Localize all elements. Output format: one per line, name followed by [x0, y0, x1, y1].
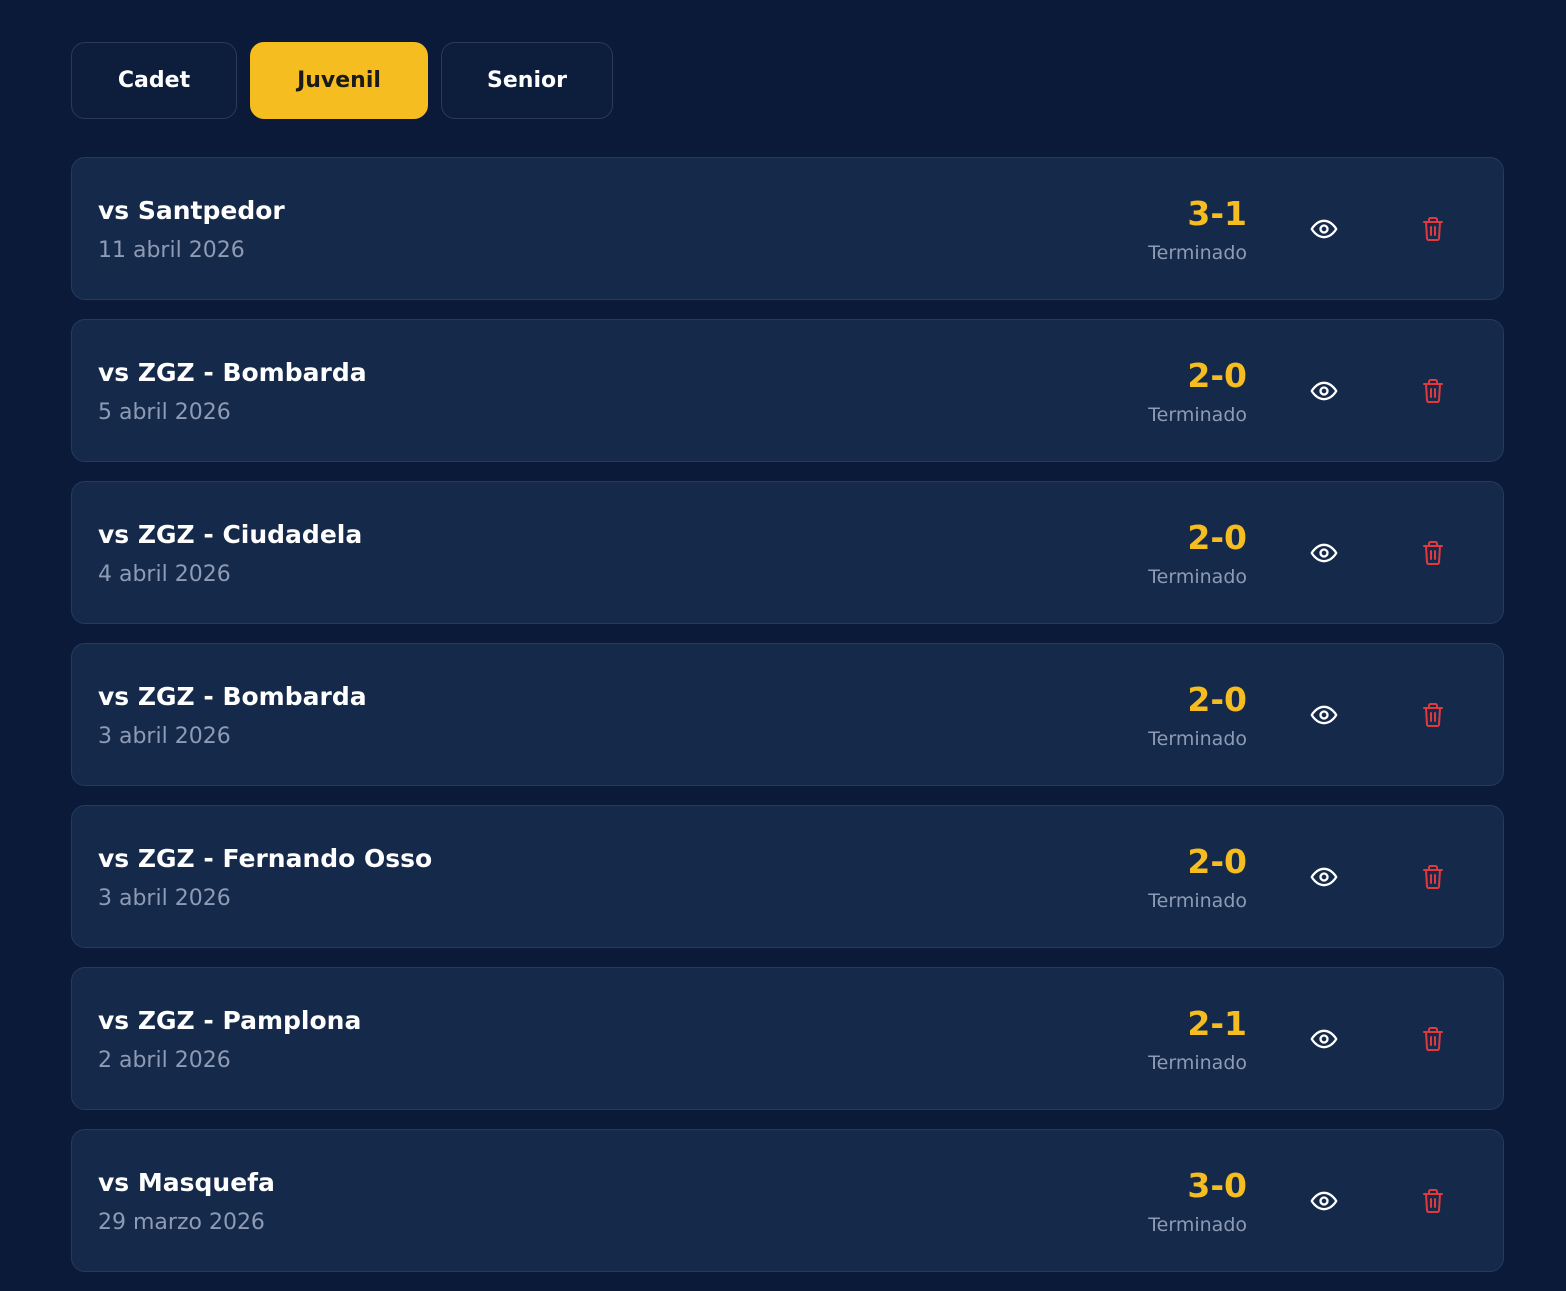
match-date: 5 abril 2026	[98, 400, 231, 425]
match-status: Terminado	[1148, 728, 1247, 750]
match-status: Terminado	[1148, 1052, 1247, 1074]
match-date: 11 abril 2026	[98, 238, 245, 263]
match-status: Terminado	[1148, 566, 1247, 588]
eye-icon	[1310, 867, 1338, 887]
match-date: 3 abril 2026	[98, 886, 231, 911]
trash-icon	[1423, 217, 1443, 241]
eye-icon	[1310, 1191, 1338, 1211]
view-match-button[interactable]	[1304, 695, 1344, 735]
match-title: vs ZGZ - Ciudadela	[98, 520, 363, 549]
match-list: vs Santpedor 11 abril 2026 3-1 Terminado…	[71, 157, 1504, 1291]
delete-match-button[interactable]	[1413, 1019, 1453, 1059]
match-title: vs ZGZ - Bombarda	[98, 682, 367, 711]
match-card[interactable]: vs ZGZ - Ciudadela 4 abril 2026 2-0 Term…	[71, 481, 1504, 624]
tab-senior[interactable]: Senior	[441, 42, 613, 119]
view-match-button[interactable]	[1304, 371, 1344, 411]
trash-icon	[1423, 865, 1443, 889]
match-card[interactable]: vs ZGZ - Bombarda 5 abril 2026 2-0 Termi…	[71, 319, 1504, 462]
trash-icon	[1423, 379, 1443, 403]
delete-match-button[interactable]	[1413, 1181, 1453, 1221]
delete-match-button[interactable]	[1413, 533, 1453, 573]
match-score: 2-0	[1187, 842, 1247, 881]
match-score: 3-1	[1187, 194, 1247, 233]
match-title: vs ZGZ - Bombarda	[98, 358, 367, 387]
match-card[interactable]: vs ZGZ - Bombarda 3 abril 2026 2-0 Termi…	[71, 643, 1504, 786]
tab-juvenil[interactable]: Juvenil	[250, 42, 428, 119]
match-status: Terminado	[1148, 404, 1247, 426]
view-match-button[interactable]	[1304, 533, 1344, 573]
match-score: 2-1	[1187, 1004, 1247, 1043]
delete-match-button[interactable]	[1413, 695, 1453, 735]
eye-icon	[1310, 381, 1338, 401]
match-title: vs ZGZ - Pamplona	[98, 1006, 362, 1035]
eye-icon	[1310, 1029, 1338, 1049]
view-match-button[interactable]	[1304, 1019, 1344, 1059]
match-score: 2-0	[1187, 356, 1247, 395]
match-date: 2 abril 2026	[98, 1048, 231, 1073]
delete-match-button[interactable]	[1413, 371, 1453, 411]
view-match-button[interactable]	[1304, 209, 1344, 249]
match-status: Terminado	[1148, 1214, 1247, 1236]
match-card[interactable]: vs Santpedor 11 abril 2026 3-1 Terminado	[71, 157, 1504, 300]
eye-icon	[1310, 219, 1338, 239]
match-card[interactable]: vs ZGZ - Pamplona 2 abril 2026 2-1 Termi…	[71, 967, 1504, 1110]
match-status: Terminado	[1148, 242, 1247, 264]
delete-match-button[interactable]	[1413, 857, 1453, 897]
delete-match-button[interactable]	[1413, 209, 1453, 249]
match-score: 2-0	[1187, 680, 1247, 719]
trash-icon	[1423, 541, 1443, 565]
eye-icon	[1310, 543, 1338, 563]
view-match-button[interactable]	[1304, 857, 1344, 897]
match-card[interactable]: vs Masquefa 29 marzo 2026 3-0 Terminado	[71, 1129, 1504, 1272]
match-status: Terminado	[1148, 890, 1247, 912]
match-title: vs Santpedor	[98, 196, 285, 225]
trash-icon	[1423, 703, 1443, 727]
match-score: 2-0	[1187, 518, 1247, 557]
match-card[interactable]: vs ZGZ - Fernando Osso 3 abril 2026 2-0 …	[71, 805, 1504, 948]
match-date: 3 abril 2026	[98, 724, 231, 749]
category-tabs: Cadet Juvenil Senior	[71, 42, 613, 119]
match-date: 4 abril 2026	[98, 562, 231, 587]
match-score: 3-0	[1187, 1166, 1247, 1205]
trash-icon	[1423, 1189, 1443, 1213]
match-title: vs ZGZ - Fernando Osso	[98, 844, 433, 873]
view-match-button[interactable]	[1304, 1181, 1344, 1221]
tab-cadet[interactable]: Cadet	[71, 42, 237, 119]
eye-icon	[1310, 705, 1338, 725]
match-date: 29 marzo 2026	[98, 1210, 265, 1235]
trash-icon	[1423, 1027, 1443, 1051]
match-title: vs Masquefa	[98, 1168, 275, 1197]
